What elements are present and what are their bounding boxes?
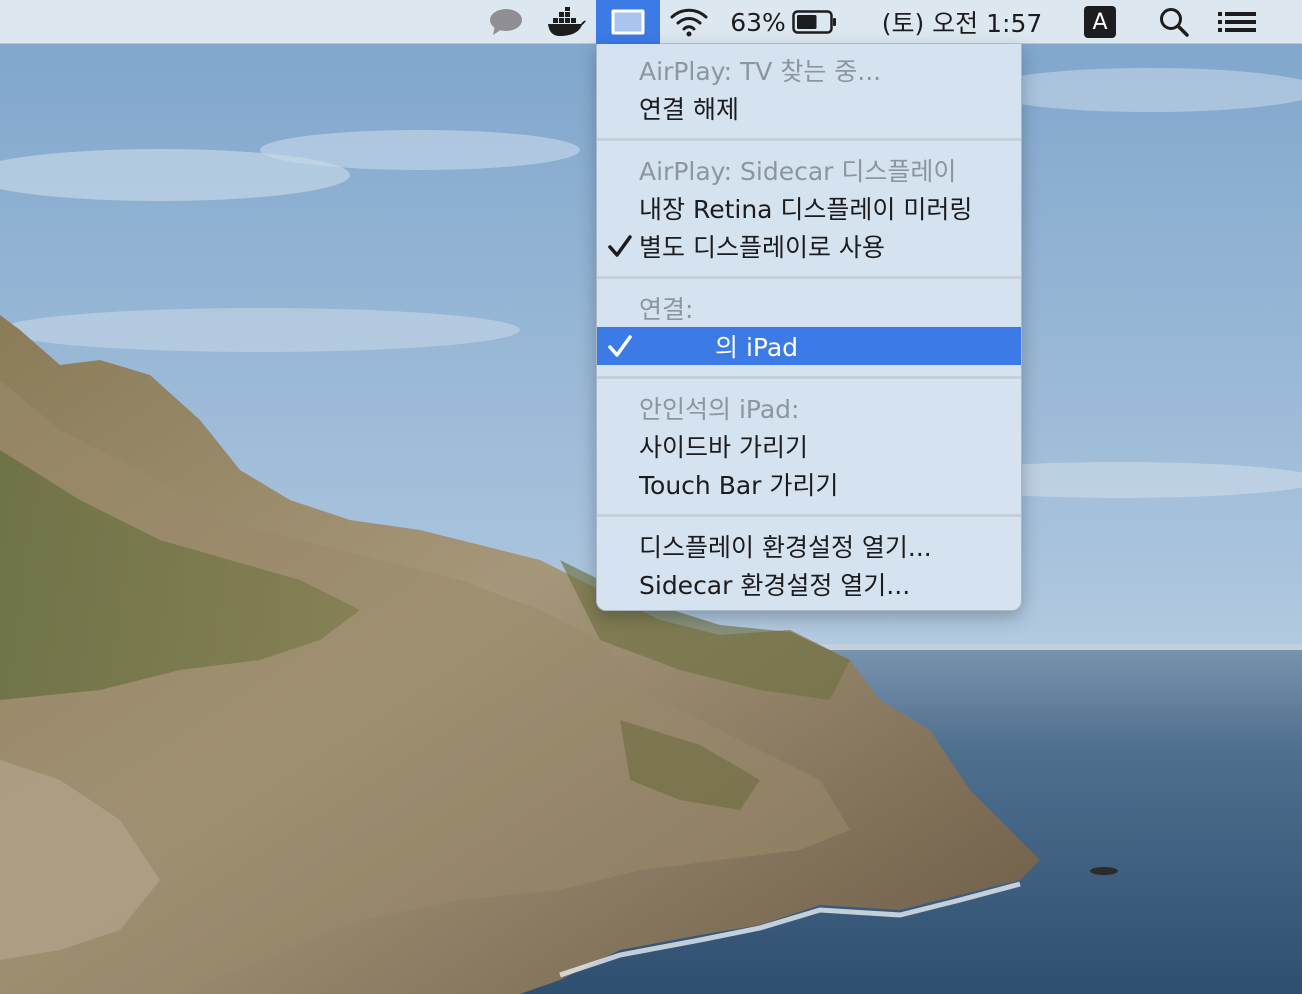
open-display-preferences-menu-item[interactable]: 디스플레이 환경설정 열기...: [597, 527, 1021, 565]
hide-sidebar-menu-item[interactable]: 사이드바 가리기: [597, 427, 1021, 465]
mirror-display-menu-item[interactable]: 내장 Retina 디스플레이 미러링: [597, 189, 1021, 227]
docker-whale-icon[interactable]: [544, 0, 588, 44]
use-as-separate-display-menu-item[interactable]: 별도 디스플레이로 사용: [597, 227, 1021, 265]
ipad-device-label: 의 iPad: [715, 333, 799, 362]
spotlight-search-icon[interactable]: [1154, 0, 1194, 44]
messages-bubble-icon[interactable]: [486, 0, 526, 44]
ipad-device-menu-item[interactable]: 의 iPad: [597, 327, 1021, 365]
airplay-tv-header: AirPlay: TV 찾는 중...: [639, 57, 882, 86]
connect-header: 연결:: [639, 295, 694, 324]
ipad-options-header: 안인석의 iPad:: [639, 395, 800, 424]
menu-separator: [597, 138, 1021, 141]
airplay-sidecar-header: AirPlay: Sidecar 디스플레이: [639, 157, 957, 186]
battery-icon[interactable]: [790, 0, 840, 44]
checkmark-icon: [607, 227, 633, 265]
date-time-text: (토) 오전 1:57: [881, 9, 1043, 38]
menu-bar: 63% (토) 오전 1:57 A: [0, 0, 1302, 44]
use-as-separate-display-label: 별도 디스플레이로 사용: [639, 233, 885, 262]
clock[interactable]: (토) 오전 1:57: [872, 0, 1052, 44]
menu-separator: [597, 514, 1021, 517]
notification-center-icon[interactable]: [1214, 0, 1260, 44]
menu-separator: [597, 376, 1021, 379]
input-source-icon[interactable]: A: [1082, 0, 1118, 44]
hide-touch-bar-menu-item[interactable]: Touch Bar 가리기: [597, 465, 1021, 503]
checkmark-icon: [607, 327, 633, 365]
wifi-icon[interactable]: [666, 0, 712, 44]
menu-separator: [597, 276, 1021, 279]
disconnect-menu-item[interactable]: 연결 해제: [597, 89, 1021, 127]
open-sidecar-preferences-menu-item[interactable]: Sidecar 환경설정 열기...: [597, 565, 1021, 603]
airplay-display-icon[interactable]: [596, 0, 660, 44]
battery-level-fill: [797, 15, 817, 29]
input-source-letter: A: [1092, 9, 1108, 35]
airplay-menu: AirPlay: TV 찾는 중... 연결 해제 AirPlay: Sidec…: [596, 44, 1022, 611]
battery-percentage[interactable]: 63%: [728, 0, 788, 44]
battery-percent-text: 63%: [730, 7, 786, 37]
